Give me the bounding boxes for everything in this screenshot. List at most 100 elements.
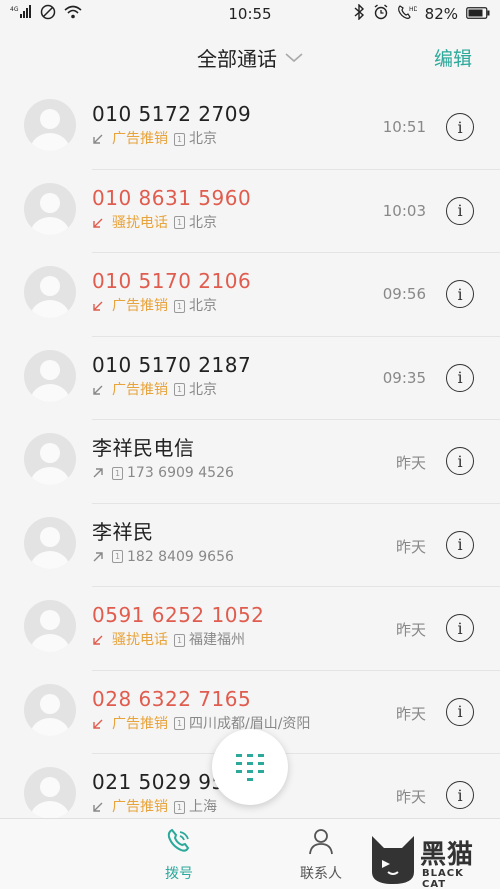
avatar — [24, 433, 76, 485]
call-time: 09:35 — [382, 368, 426, 387]
status-left: 4G — [10, 4, 170, 24]
call-details: 骚扰电话 1 北京 — [92, 214, 251, 232]
call-location: 上海 — [189, 799, 217, 815]
call-filter-dropdown[interactable]: 全部通话 — [197, 43, 303, 72]
battery-level-text: 82% — [424, 5, 458, 23]
caller-name: 李祥民 — [92, 519, 154, 544]
tab-dial-label: 拨号 — [165, 866, 193, 882]
tab-contacts-label: 联系人 — [300, 866, 342, 882]
watermark-text: 黑猫 — [420, 840, 475, 870]
avatar — [24, 767, 76, 819]
call-info: 010 8631 5960 骚扰电话 1 北京 — [92, 186, 251, 232]
caller-name: 李祥民电信 — [92, 436, 195, 460]
spam-tag: 广告推销 — [112, 298, 168, 314]
call-time: 昨天 — [395, 454, 426, 472]
sim-card-icon: 1 — [112, 466, 123, 480]
call-log-row[interactable]: 0591 6252 1052 骚扰电话 1 福建福州 昨天 i — [0, 587, 500, 671]
tab-dial[interactable]: 拨号 — [134, 827, 224, 883]
sim-card-icon: 1 — [174, 717, 185, 730]
info-icon[interactable]: i — [446, 447, 474, 475]
sim-card-icon: 1 — [174, 299, 185, 313]
call-info: 010 5170 2187 广告推销 1 北京 — [92, 353, 251, 399]
spam-tag: 广告推销 — [112, 381, 168, 398]
info-icon[interactable]: i — [446, 196, 474, 225]
caller-name: 010 5170 2106 — [92, 269, 252, 293]
call-details: 广告推销 1 北京 — [92, 130, 251, 148]
call-details: 广告推销 1 四川成都/眉山/资阳 — [92, 715, 310, 733]
info-icon[interactable]: i — [446, 530, 474, 559]
avatar — [24, 600, 76, 652]
avatar — [24, 683, 76, 736]
caller-name: 010 5172 2709 — [92, 102, 252, 126]
outgoing-call-icon — [93, 468, 103, 478]
battery-icon — [466, 5, 490, 23]
call-log-row[interactable]: 李祥民电信 1 173 6909 4526 昨天 i — [0, 420, 500, 504]
incoming-call-icon — [93, 385, 103, 395]
call-info: 028 6322 7165 广告推销 1 四川成都/眉山/资阳 — [92, 687, 310, 733]
sim-card-icon: 1 — [174, 132, 185, 146]
info-icon[interactable]: i — [446, 781, 474, 809]
missed-call-icon — [93, 218, 103, 228]
dialpad-button[interactable] — [212, 729, 288, 805]
status-time: 10:55 — [228, 5, 272, 23]
sim-card-icon: 1 — [174, 800, 185, 814]
dialpad-icon — [236, 754, 264, 781]
header: 全部通话 编辑 — [0, 28, 500, 86]
call-info: 李祥民电信 1 173 6909 4526 — [92, 436, 234, 482]
call-location: 北京 — [189, 214, 217, 231]
incoming-call-icon — [93, 802, 103, 812]
info-icon[interactable]: i — [446, 697, 474, 726]
call-details: 骚扰电话 1 福建福州 — [92, 631, 264, 649]
caller-name: 028 6322 7165 — [92, 686, 252, 711]
call-time: 10:03 — [382, 201, 426, 220]
spam-tag: 广告推销 — [112, 799, 168, 815]
sim-card-icon: 1 — [174, 216, 185, 229]
info-icon[interactable]: i — [446, 614, 474, 642]
call-log-list[interactable]: 010 5172 2709 广告推销 1 北京 10:51 i 010 8631 5960 骚… — [0, 86, 500, 838]
call-details: 1 182 8409 9656 — [92, 548, 234, 566]
status-right: HD 82% — [330, 3, 490, 24]
wifi-icon — [64, 5, 82, 23]
chevron-down-icon — [285, 53, 303, 63]
missed-call-icon — [93, 301, 103, 311]
info-icon[interactable]: i — [446, 280, 474, 308]
watermark-logo: 黑猫 BLACK CAT — [368, 832, 492, 889]
missed-call-icon — [93, 635, 103, 645]
bluetooth-icon — [353, 3, 365, 24]
avatar — [24, 349, 76, 402]
tab-contacts[interactable]: 联系人 — [276, 827, 366, 883]
call-time: 09:56 — [382, 285, 426, 303]
call-time: 昨天 — [395, 621, 426, 639]
call-location: 173 6909 4526 — [127, 465, 234, 481]
alarm-icon — [373, 4, 389, 24]
call-time: 昨天 — [395, 788, 426, 806]
info-icon[interactable]: i — [446, 113, 474, 141]
call-log-row[interactable]: 李祥民 1 182 8409 9656 昨天 i — [0, 504, 500, 587]
signal-icon: 4G — [10, 5, 32, 23]
call-log-row[interactable]: 010 5170 2106 广告推销 1 北京 09:56 i — [0, 253, 500, 337]
call-location: 福建福州 — [189, 632, 245, 648]
page-title: 全部通话 — [197, 46, 277, 71]
call-location: 北京 — [189, 381, 217, 398]
call-log-row[interactable]: 010 5170 2187 广告推销 1 北京 09:35 i — [0, 337, 500, 420]
info-icon[interactable]: i — [446, 363, 474, 392]
avatar — [24, 266, 76, 318]
call-location: 182 8409 9656 — [127, 548, 234, 565]
caller-name: 0591 6252 1052 — [92, 603, 265, 627]
outgoing-call-icon — [93, 551, 103, 561]
sim-card-icon: 1 — [174, 383, 185, 396]
call-location: 北京 — [189, 298, 217, 314]
call-info: 010 5172 2709 广告推销 1 北京 — [92, 102, 251, 148]
call-details: 广告推销 1 北京 — [92, 381, 251, 399]
phone-icon — [167, 828, 190, 852]
svg-text:HD: HD — [409, 6, 417, 13]
hd-call-icon: HD — [397, 4, 418, 24]
call-info: 李祥民 1 182 8409 9656 — [92, 520, 234, 566]
spam-tag: 骚扰电话 — [112, 214, 168, 231]
black-cat-logo-icon — [372, 836, 414, 884]
status-bar: 4G 10:55 HD 82% — [0, 0, 500, 28]
edit-button[interactable]: 编辑 — [434, 44, 472, 71]
call-log-row[interactable]: 010 5172 2709 广告推销 1 北京 10:51 i — [0, 86, 500, 170]
network-type-text: 4G — [10, 6, 19, 13]
call-log-row[interactable]: 010 8631 5960 骚扰电话 1 北京 10:03 i — [0, 170, 500, 253]
